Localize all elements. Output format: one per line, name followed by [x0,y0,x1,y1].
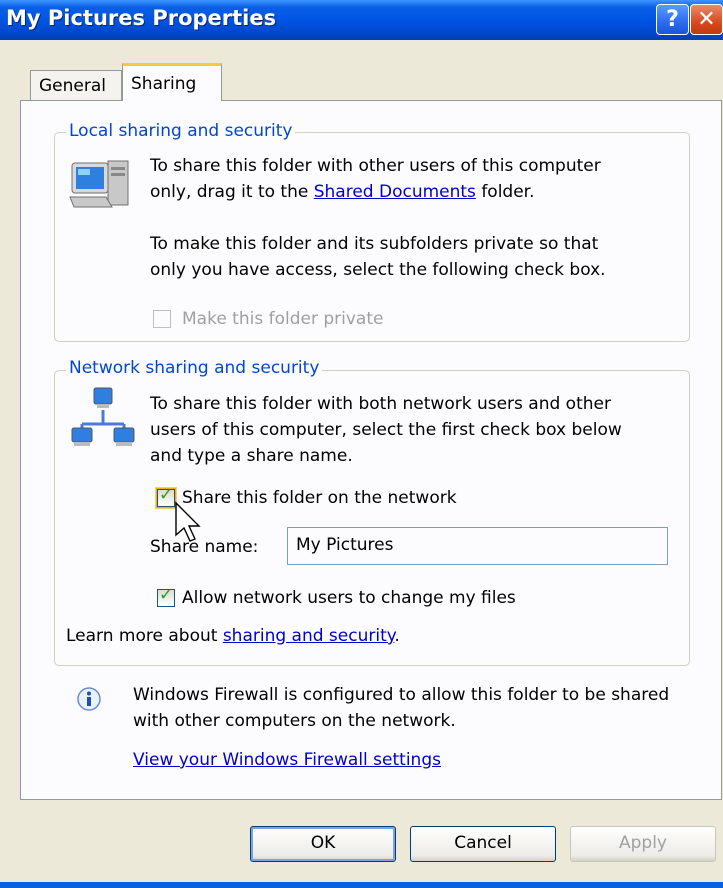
firewall-settings-link[interactable]: View your Windows Firewall settings [133,748,441,772]
title-bar[interactable]: My Pictures Properties ? ✕ [0,0,723,40]
allow-change-checkbox[interactable] [157,585,175,607]
sharing-security-link[interactable]: sharing and security [223,626,395,646]
window-bottom-edge [0,882,723,888]
local-desc-line2: only, drag it to the Shared Documents fo… [150,180,535,204]
learn-more-text: Learn more about sharing and security. [66,624,400,648]
network-icon [71,387,135,446]
apply-button[interactable]: Apply [570,826,716,862]
network-desc-line3: and type a share name. [150,446,353,466]
info-icon [77,687,101,711]
tab-sharing[interactable]: Sharing [122,63,222,101]
computer-icon [69,160,129,208]
local-desc-line2-post: folder. [475,182,535,202]
close-button[interactable]: ✕ [690,4,723,35]
local-desc-line1: To share this folder with other users of… [150,156,601,176]
local-desc-line2-pre: only, drag it to the [150,182,314,202]
share-on-network-label: Share this folder on the network [182,488,457,508]
learn-more-suffix: . [394,626,400,646]
make-private-label: Make this folder private [182,309,384,329]
local-desc-line4: only you have access, select the followi… [150,260,606,280]
network-desc-line1: To share this folder with both network u… [150,394,611,414]
network-sharing-legend: Network sharing and security [66,358,323,378]
help-button[interactable]: ? [656,4,689,35]
firewall-line2: with other computers on the network. [133,711,456,731]
allow-change-label: Allow network users to change my files [182,588,516,608]
cancel-button[interactable]: Cancel [410,826,556,862]
make-private-checkbox[interactable] [153,310,171,328]
local-sharing-legend: Local sharing and security [66,121,296,141]
share-on-network-checkbox[interactable] [156,485,176,508]
network-desc-line2: users of this computer, select the first… [150,420,622,440]
shared-documents-link[interactable]: Shared Documents [314,182,476,202]
share-name-input[interactable]: My Pictures [287,527,668,565]
learn-more-prefix: Learn more about [66,626,223,646]
tab-general[interactable]: General [30,70,122,100]
ok-button[interactable]: OK [250,826,396,862]
share-name-label: Share name: [150,537,259,557]
local-desc-line3: To make this folder and its subfolders p… [150,234,599,254]
firewall-line1: Windows Firewall is configured to allow … [133,685,670,705]
window-title: My Pictures Properties [6,6,277,30]
